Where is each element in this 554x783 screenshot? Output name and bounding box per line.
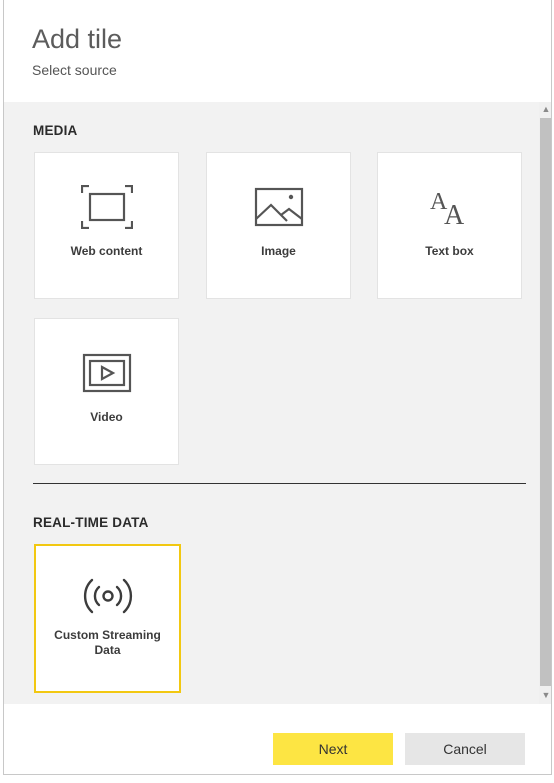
image-icon (254, 187, 303, 227)
tile-custom-streaming-data[interactable]: Custom Streaming Data (34, 544, 181, 693)
svg-text:A: A (444, 200, 465, 229)
section-label-real-time-data: REAL-TIME DATA (33, 515, 149, 530)
add-tile-dialog: Add tile Select source MEDIA Web content (3, 0, 552, 775)
tile-image[interactable]: Image (206, 152, 351, 299)
dialog-subtitle: Select source (32, 62, 117, 78)
tile-video[interactable]: Video (34, 318, 179, 465)
dialog-footer: Next Cancel (4, 704, 551, 774)
section-divider (33, 483, 526, 484)
cancel-button[interactable]: Cancel (405, 733, 525, 765)
tile-label: Web content (70, 244, 143, 258)
text-box-icon: A A (430, 189, 465, 229)
tile-label: Video (90, 410, 123, 424)
dialog-header: Add tile Select source (4, 0, 551, 102)
next-button[interactable]: Next (273, 733, 393, 765)
scroll-down-arrow-icon[interactable]: ▼ (539, 688, 551, 702)
tile-web-content[interactable]: Web content (34, 152, 179, 299)
tile-text-box[interactable]: A A Text box (377, 152, 522, 299)
video-icon (82, 353, 131, 393)
section-label-media: MEDIA (33, 123, 78, 138)
tile-label: Text box (425, 244, 474, 258)
dialog-title: Add tile (32, 24, 123, 54)
scroll-up-arrow-icon[interactable]: ▲ (539, 102, 551, 116)
source-list: MEDIA Web content Image A A Text box Vid… (4, 102, 539, 704)
web-content-icon (80, 185, 133, 229)
tile-label: Image (261, 244, 296, 258)
streaming-data-icon (83, 578, 132, 614)
tile-label: Custom Streaming Data (54, 628, 161, 657)
scrollbar-thumb[interactable] (540, 118, 551, 686)
vertical-scrollbar[interactable]: ▲ ▼ (539, 102, 551, 704)
